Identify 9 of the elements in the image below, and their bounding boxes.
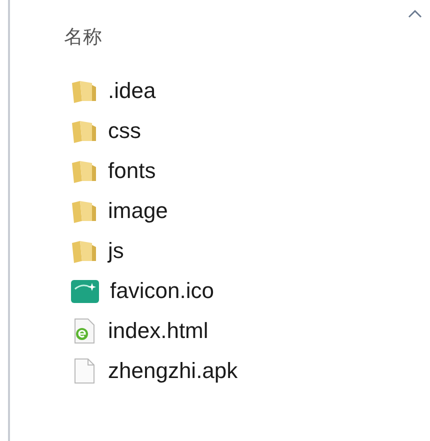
file-item[interactable]: fonts [64,150,156,190]
file-item[interactable]: .idea [64,70,156,110]
file-item[interactable]: favicon.ico [64,270,214,310]
file-item[interactable]: index.html [64,310,208,350]
file-item[interactable]: zhengzhi.apk [64,350,238,390]
column-header: 名称 [64,26,102,50]
file-item[interactable]: js [64,230,124,270]
file-item[interactable]: css [64,110,141,150]
file-item[interactable]: image [64,190,168,230]
